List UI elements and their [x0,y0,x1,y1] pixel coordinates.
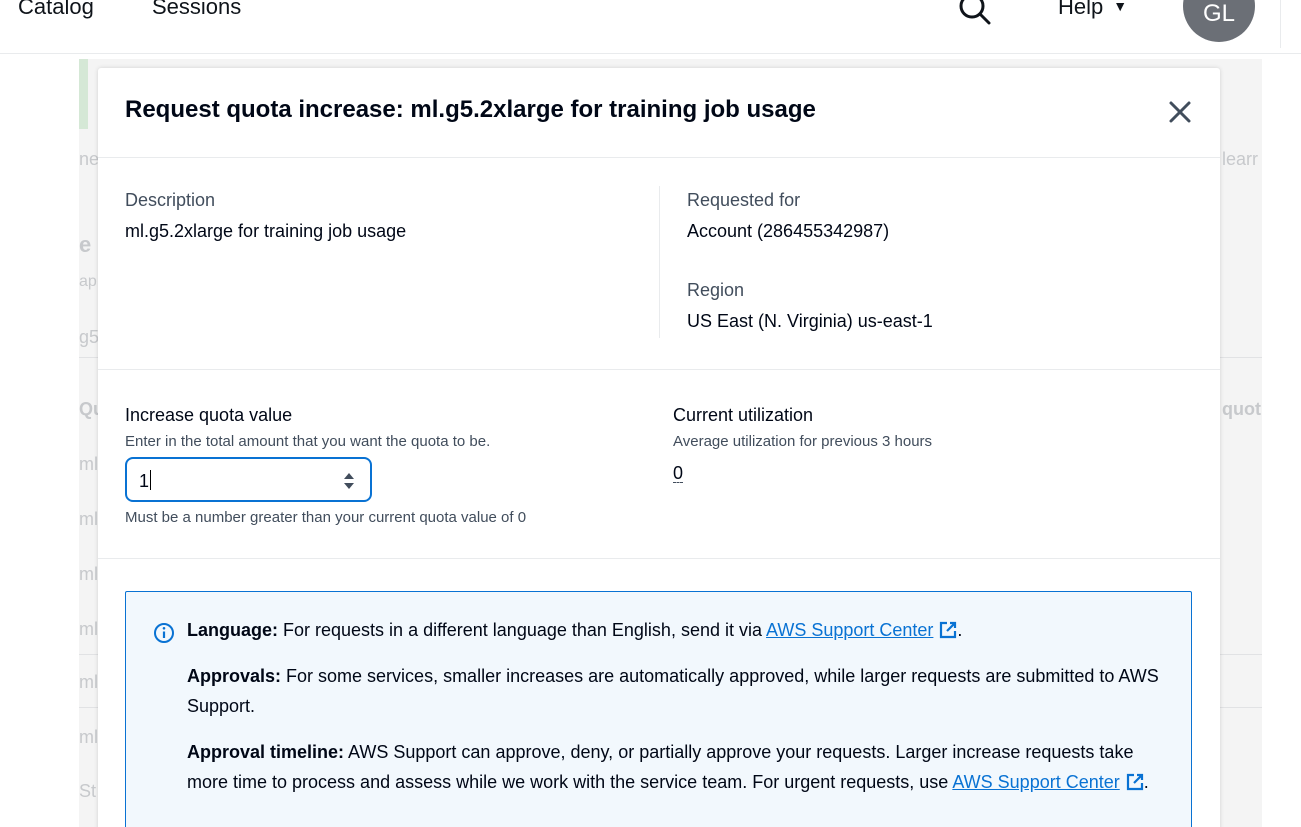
top-navigation: Catalog Sessions Help ▼ GL [0,0,1301,54]
quota-increase-modal: Request quota increase: ml.g5.2xlarge fo… [98,68,1220,827]
background-text: ml [79,727,98,747]
background-text: quot [1222,399,1261,419]
info-timeline: Approval timeline: AWS Support can appro… [187,742,1149,792]
search-icon[interactable] [957,0,991,26]
nav-item-sessions[interactable]: Sessions [152,0,241,20]
external-link-icon [1126,773,1143,791]
requested-for-label: Requested for [687,190,801,210]
background-text: ne [79,149,100,169]
background-text: learr [1222,149,1259,169]
background-flash-bar [79,59,88,129]
close-button[interactable] [1166,98,1194,126]
increase-quota-input[interactable]: 1 [125,457,372,502]
description-value: ml.g5.2xlarge for training job usage [125,221,407,241]
requested-for-section: Requested for Account (286455342987) [687,190,889,242]
background-text: ml [79,454,98,474]
description-section: Description ml.g5.2xlarge for training j… [125,190,406,242]
background-text: ap [79,273,97,290]
info-language-text: For requests in a different language tha… [278,620,766,640]
nav-item-catalog[interactable]: Catalog [18,0,94,20]
help-label: Help [1058,0,1104,19]
link-label: AWS Support Center [766,620,934,640]
info-approvals: Approvals: For some services, smaller in… [187,661,1177,721]
requested-for-value: Account (286455342987) [687,221,890,241]
background-text: ml [79,619,98,639]
current-utilization-value[interactable]: 0 [673,464,684,483]
modal-title: Request quota increase: ml.g5.2xlarge fo… [125,96,816,123]
background-text: ml [79,564,98,584]
background-text: ml [79,672,98,692]
external-link-icon [940,621,957,639]
section-divider [98,369,1220,370]
increase-quota-label: Increase quota value [125,405,293,425]
aws-support-center-link[interactable]: AWS Support Center [766,620,957,640]
info-approvals-title: Approvals: [187,666,282,686]
modal-header: Request quota increase: ml.g5.2xlarge fo… [98,68,1220,158]
region-label: Region [687,280,745,300]
increase-quota-value: 1 [139,471,150,491]
region-section: Region US East (N. Virginia) us-east-1 [687,280,933,332]
info-language-title: Language: [187,620,279,640]
aws-support-center-link[interactable]: AWS Support Center [952,772,1143,792]
info-approvals-text: For some services, smaller increases are… [187,666,1159,716]
current-utilization-description: Average utilization for previous 3 hours [673,433,933,450]
column-divider [659,186,660,338]
increase-quota-description: Enter in the total amount that you want … [125,433,491,450]
background-text: St [79,781,97,801]
help-menu[interactable]: Help ▼ [1058,0,1127,20]
background-text: ml [79,509,98,529]
section-divider [98,558,1220,559]
link-label: AWS Support Center [952,772,1120,792]
current-utilization-label: Current utilization [673,405,814,425]
info-alert: Language: For requests in a different la… [125,591,1192,827]
region-value: US East (N. Virginia) us-east-1 [687,311,933,331]
nav-divider [1280,0,1281,48]
text-cursor [150,470,152,490]
spinner-icon[interactable] [342,471,356,491]
increase-quota-constraint: Must be a number greater than your curre… [125,509,527,526]
info-timeline-title: Approval timeline: [187,742,345,762]
info-icon [154,623,174,643]
avatar[interactable]: GL [1183,0,1255,42]
info-language: Language: For requests in a different la… [187,620,963,640]
description-label: Description [125,190,216,210]
caret-down-icon: ▼ [1113,0,1128,14]
close-icon [1169,101,1191,123]
